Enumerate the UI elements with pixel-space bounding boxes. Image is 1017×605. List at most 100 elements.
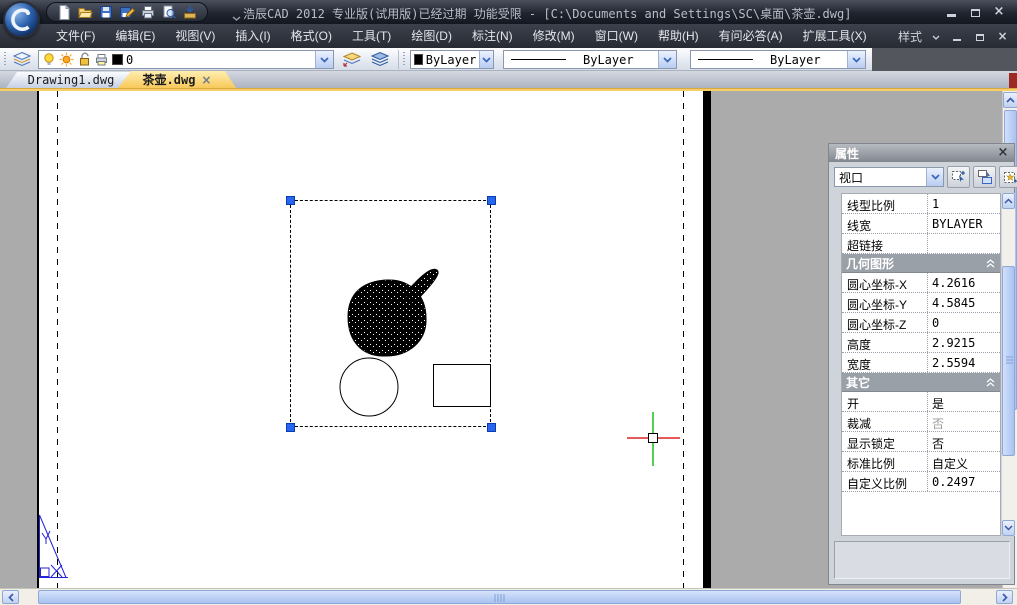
menu-qa[interactable]: 有问必答(A) [709,24,793,48]
property-value[interactable]: 4.2616 [928,273,1000,292]
layer-select-combo[interactable]: 0 [38,50,334,69]
menu-view[interactable]: 视图(V) [165,24,225,48]
property-row[interactable]: 高度 2.9215 [842,333,1000,353]
pickadd-icon [951,169,967,185]
restore-button[interactable] [967,5,983,18]
menu-tools[interactable]: 工具(T) [342,24,401,48]
close-button[interactable]: × [991,5,1007,18]
property-value[interactable]: 2.9215 [928,333,1000,352]
style-dropdown-icon[interactable] [932,27,940,45]
mdi-minimize-button[interactable] [950,31,963,42]
collapse-icon[interactable] [985,258,996,268]
print-preview-icon[interactable] [161,4,177,20]
toggle-pickadd-button[interactable] [947,166,970,188]
menu-bar: 文件(F) 编辑(E) 视图(V) 插入(I) 格式(O) 工具(T) 绘图(D… [0,24,1017,48]
object-type-combo[interactable]: 视口 [834,167,944,187]
property-row[interactable]: 显示锁定 否 [842,432,1000,452]
menu-format[interactable]: 格式(O) [281,24,342,48]
menu-edit[interactable]: 编辑(E) [105,24,165,48]
property-row[interactable]: 线宽 BYLAYER [842,214,1000,234]
linetype-combo-arrow[interactable] [658,51,676,68]
toolbar-grip[interactable] [4,52,6,66]
property-value[interactable] [928,234,1000,253]
print-icon[interactable] [140,4,156,20]
minimize-button[interactable] [943,5,959,18]
crosshair-cursor [627,412,680,466]
property-value[interactable]: 是 [928,392,1000,411]
horizontal-scrollbar[interactable] [0,588,1017,605]
select-objects-button[interactable] [973,166,996,188]
layers-manager-button[interactable] [10,49,34,70]
menu-express-tools[interactable]: 扩展工具(X) [793,24,877,48]
property-row[interactable]: 圆心坐标-X 4.2616 [842,273,1000,293]
properties-scrollbar[interactable] [1002,193,1015,536]
property-row[interactable]: 宽度 2.5594 [842,353,1000,373]
menu-modify[interactable]: 修改(M) [523,24,585,48]
lineweight-combo[interactable]: ByLayer [690,50,866,69]
group-header-misc[interactable]: 其它 [842,373,1000,392]
properties-toolbar: 视口 [834,166,1017,188]
object-type-value: 视口 [839,169,863,186]
circle-entity[interactable] [340,358,398,416]
property-value[interactable]: 自定义 [928,452,1000,471]
lineweight-combo-arrow[interactable] [847,51,865,68]
mdi-close-button[interactable]: × [996,31,1009,42]
property-value[interactable]: 1 [928,194,1000,213]
property-row[interactable]: 开 是 [842,392,1000,412]
property-value[interactable]: 0 [928,313,1000,332]
style-toolbar-label[interactable]: 样式 [898,28,922,45]
scroll-right-button[interactable] [996,590,1013,604]
tab-drawing1[interactable]: Drawing1.dwg [6,72,136,88]
scroll-up-button[interactable] [1003,92,1017,108]
menu-file[interactable]: 文件(F) [46,24,105,48]
group-header-geometry[interactable]: 几何图形 [842,254,1000,273]
layer-states-button[interactable] [368,49,392,70]
property-row[interactable]: 裁减 否 [842,412,1000,432]
property-row[interactable]: 自定义比例 0.2497 [842,472,1000,492]
menu-insert[interactable]: 插入(I) [225,24,280,48]
property-value[interactable]: BYLAYER [928,214,1000,233]
property-value[interactable]: 0.2497 [928,472,1000,491]
app-logo[interactable] [3,1,40,38]
menu-draw[interactable]: 绘图(D) [401,24,462,48]
property-value[interactable]: 2.5594 [928,353,1000,372]
menu-help[interactable]: 帮助(H) [648,24,709,48]
collapse-icon[interactable] [985,377,996,387]
quick-select-button[interactable] [999,166,1017,188]
save-icon[interactable] [98,4,114,20]
color-combo[interactable]: ByLayer [410,50,494,69]
layer-combo-arrow[interactable] [315,51,333,68]
tab-teapot[interactable]: 茶壶.dwg × [118,71,236,88]
property-value[interactable]: 4.5845 [928,293,1000,312]
property-row[interactable]: 标准比例 自定义 [842,452,1000,472]
properties-scroll-up[interactable] [1002,193,1015,209]
rectangle-entity[interactable] [434,365,491,407]
property-row[interactable]: 超链接 [842,234,1000,254]
property-row[interactable]: 线型比例 1 [842,194,1000,214]
menu-dimension[interactable]: 标注(N) [462,24,523,48]
open-file-icon[interactable] [77,4,93,20]
publish-icon[interactable] [182,4,198,20]
toolbar-grip[interactable] [403,52,405,66]
property-row[interactable]: 圆心坐标-Y 4.5845 [842,293,1000,313]
new-file-icon[interactable] [56,4,72,20]
tab-close-icon[interactable]: × [201,73,211,87]
horizontal-scroll-thumb[interactable] [38,590,961,604]
teapot-render[interactable] [348,269,438,356]
save-as-icon[interactable] [119,4,135,20]
object-type-arrow[interactable] [926,168,943,186]
properties-close-button[interactable]: × [996,145,1010,160]
menu-window[interactable]: 窗口(W) [585,24,648,48]
linetype-combo[interactable]: ByLayer [503,50,677,69]
layer-previous-button[interactable] [340,49,364,70]
quick-select-icon [1003,169,1017,185]
properties-scroll-thumb[interactable] [1002,266,1015,456]
property-label: 线型比例 [842,194,928,213]
property-value[interactable]: 否 [928,432,1000,451]
color-combo-arrow[interactable] [479,51,493,68]
mdi-restore-button[interactable] [973,31,986,42]
properties-scroll-down[interactable] [1002,520,1015,536]
properties-panel-titlebar[interactable]: 属性 [829,144,1014,162]
property-row[interactable]: 圆心坐标-Z 0 [842,313,1000,333]
scroll-left-button[interactable] [2,590,19,604]
